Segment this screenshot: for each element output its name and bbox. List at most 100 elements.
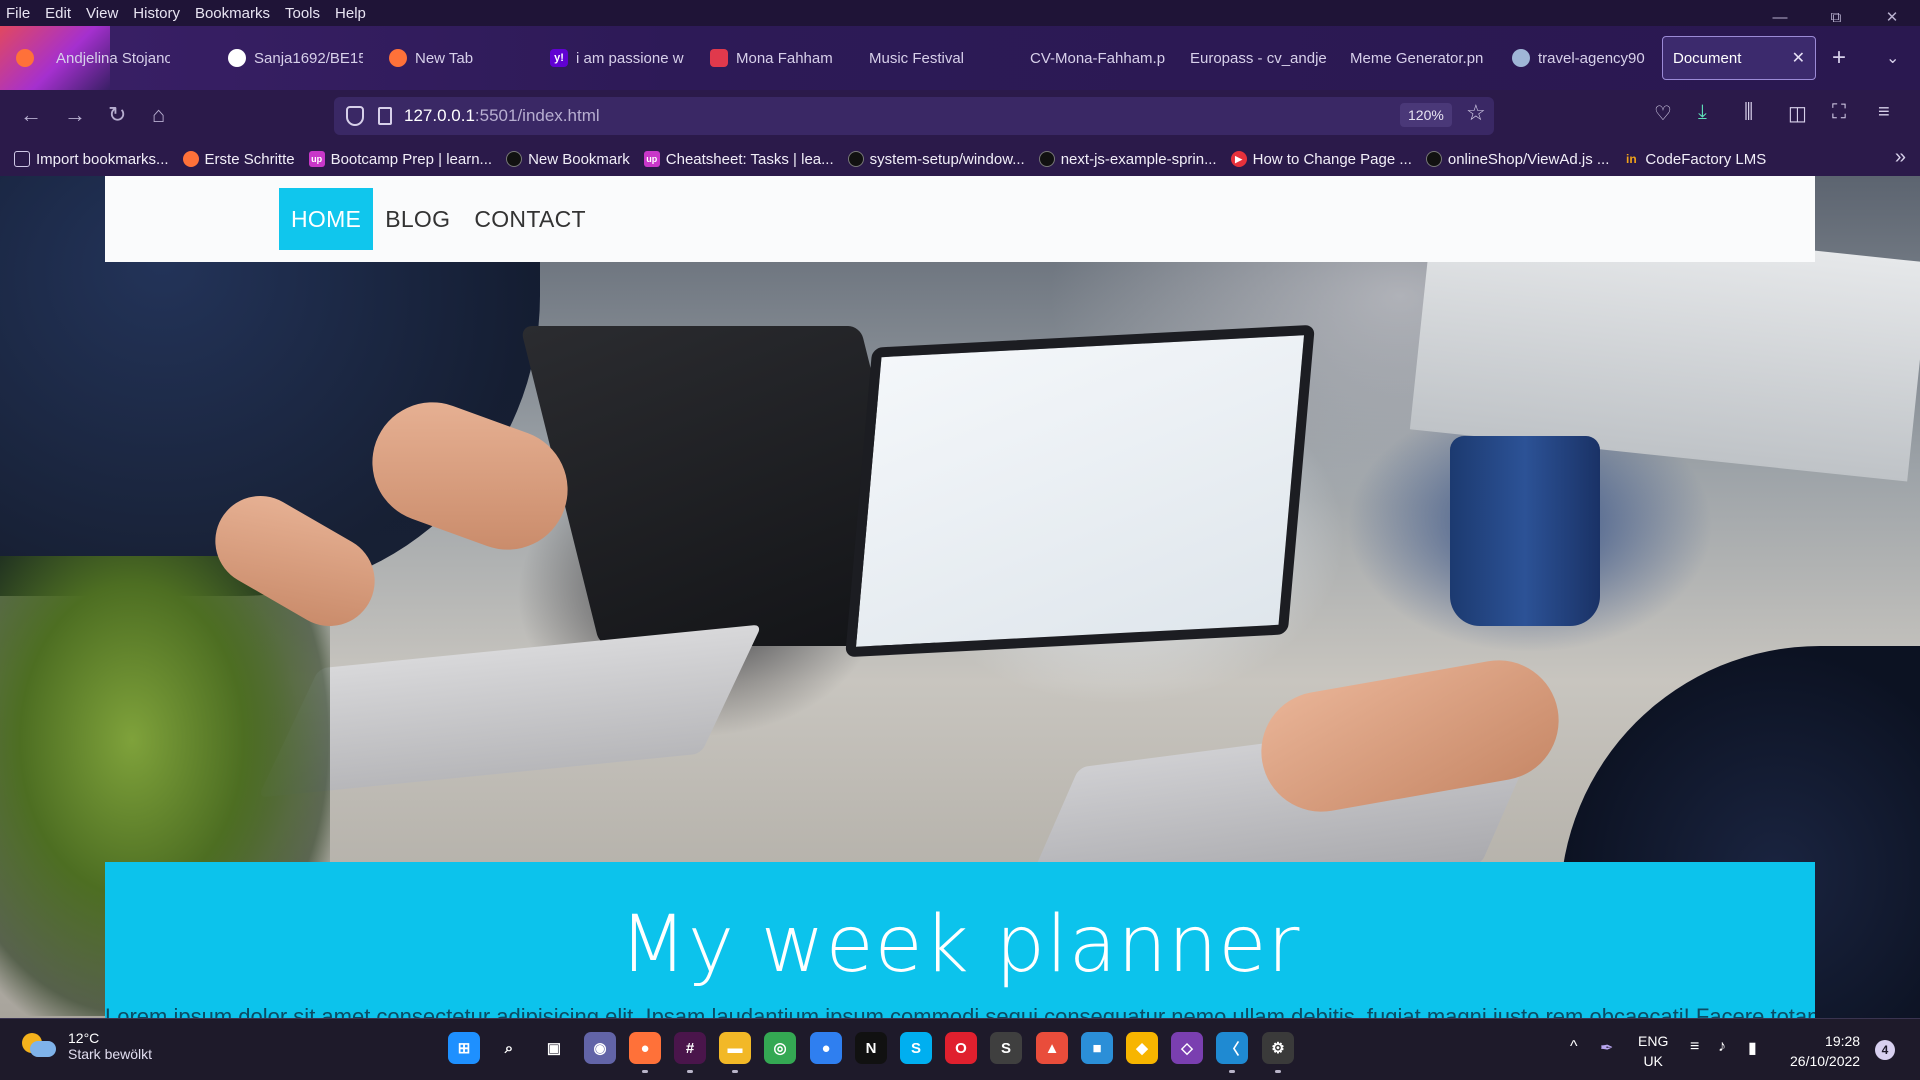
git-icon[interactable]: ◇ (1171, 1032, 1203, 1064)
teams-chat-icon[interactable]: ◉ (584, 1032, 616, 1064)
bookmark-codefactory-lms[interactable]: in CodeFactory LMS (1623, 151, 1766, 168)
tab-label: New Tab (415, 49, 474, 67)
download-icon[interactable]: ⤓ (1698, 101, 1707, 124)
tab-cv-mona[interactable]: CV-Mona-Fahham.p (1030, 36, 1166, 80)
running-indicator (642, 1070, 648, 1073)
bookmark-how-to-change-page[interactable]: ▶ How to Change Page ... (1230, 151, 1412, 168)
yahoo-icon: y! (550, 49, 568, 67)
hero-title: My week planner (619, 900, 1301, 990)
bookmark-system-setup[interactable]: system-setup/window... (847, 151, 1025, 168)
netflix-icon[interactable]: N (855, 1032, 887, 1064)
pocket-icon[interactable]: ♡ (1654, 101, 1672, 126)
battery-icon[interactable]: ▮ (1748, 1038, 1757, 1058)
tab-label: Andjelina Stojanovi (56, 49, 170, 67)
vpn-shield-icon[interactable]: ◆ (1126, 1032, 1158, 1064)
menu-edit[interactable]: Edit (45, 5, 71, 22)
search-icon[interactable]: ⌕ (493, 1032, 525, 1064)
notification-count-badge[interactable]: 4 (1875, 1040, 1895, 1060)
screenshot-icon[interactable]: ⛶ (1832, 101, 1846, 124)
forward-arrow-icon[interactable]: → (64, 102, 86, 128)
list-all-tabs-chevron-icon[interactable]: ⌄ (1886, 48, 1899, 68)
skype-icon[interactable]: S (900, 1032, 932, 1064)
zoom-level-badge[interactable]: 120% (1400, 103, 1452, 127)
tab-github-sanja[interactable]: Sanja1692/BE15 (228, 36, 363, 80)
vscode-icon[interactable]: 〈 (1216, 1032, 1248, 1064)
tracking-protection-shield-icon[interactable] (346, 106, 364, 126)
windows-start-icon[interactable]: ⊞ (448, 1032, 480, 1064)
new-tab-button[interactable]: + (1832, 44, 1846, 72)
bookmark-star-icon[interactable]: ☆ (1466, 100, 1486, 126)
sidebar-icon[interactable]: ◫ (1788, 101, 1807, 126)
bookmark-onlineshop[interactable]: onlineShop/ViewAd.js ... (1425, 151, 1609, 168)
wifi-icon[interactable]: ≡ (1690, 1038, 1699, 1056)
popcorn-icon[interactable]: ▲ (1036, 1032, 1068, 1064)
bookmark-new-bookmark[interactable]: New Bookmark (506, 151, 630, 168)
site-navbar: HOME BLOG CONTACT (105, 176, 1815, 262)
show-hidden-icons-chevron-icon[interactable]: ^ (1570, 1038, 1578, 1056)
task-view-icon[interactable]: ▣ (538, 1032, 570, 1064)
github-icon (506, 151, 523, 167)
bookmark-next-js-example[interactable]: next-js-example-sprin... (1038, 151, 1217, 168)
bookmark-import[interactable]: Import bookmarks... (14, 151, 169, 168)
bookmark-cheatsheet[interactable]: up Cheatsheet: Tasks | lea... (643, 151, 834, 168)
firefox-icon (389, 49, 407, 67)
page-viewport: HOME BLOG CONTACT My week planner Lorem … (0, 176, 1920, 1018)
close-tab-icon[interactable]: ✕ (1792, 48, 1805, 68)
settings-icon[interactable]: ⚙ (1262, 1032, 1294, 1064)
running-indicator (1275, 1070, 1281, 1073)
address-bar[interactable]: 127.0.0.1:5501/index.html (334, 97, 1494, 135)
tab-europass[interactable]: Europass - cv_andje (1190, 36, 1326, 80)
running-indicator (687, 1070, 693, 1073)
library-icon[interactable]: ⫼ (1744, 101, 1753, 124)
up-icon: up (308, 151, 325, 167)
tab-music-festival[interactable]: Music Festival (869, 36, 989, 80)
back-arrow-icon[interactable]: ← (20, 102, 42, 128)
opera-icon[interactable]: O (945, 1032, 977, 1064)
menu-tools[interactable]: Tools (285, 5, 320, 22)
firefox-icon (16, 49, 34, 67)
menu-view[interactable]: View (86, 5, 118, 22)
github-icon (1425, 151, 1442, 167)
sublime-text-icon[interactable]: S (990, 1032, 1022, 1064)
bookmark-bootcamp-prep[interactable]: up Bootcamp Prep | learn... (308, 150, 493, 168)
tab-yahoo[interactable]: y! i am passione w (550, 36, 685, 80)
bookmark-label: Import bookmarks... (36, 150, 169, 168)
bookmarks-overflow-chevron-icon[interactable]: » (1895, 146, 1906, 169)
photo-keyboard-left (257, 624, 763, 798)
language-indicator[interactable]: ENG UK (1638, 1031, 1668, 1071)
tab-document-active[interactable]: Document ✕ (1662, 36, 1816, 80)
firefox-dev-icon[interactable]: ● (810, 1032, 842, 1064)
tab-travel-agency[interactable]: travel-agency90 (1512, 36, 1646, 80)
file-explorer-icon[interactable]: ▬ (719, 1032, 751, 1064)
nav-link-home[interactable]: HOME (279, 188, 374, 250)
menu-bookmarks[interactable]: Bookmarks (195, 5, 270, 22)
volume-icon[interactable]: ♪ (1718, 1038, 1726, 1056)
tab-mona-fahham[interactable]: Mona Fahham (710, 36, 845, 80)
github-icon (1038, 151, 1055, 167)
menu-help[interactable]: Help (335, 5, 366, 22)
firefox-view-button[interactable] (16, 36, 38, 80)
nav-link-blog[interactable]: BLOG (373, 188, 462, 250)
slack-icon[interactable]: # (674, 1032, 706, 1064)
tab-meme-generator[interactable]: Meme Generator.pn (1350, 36, 1486, 80)
tab-andjelina[interactable]: Andjelina Stojanovi (56, 36, 170, 80)
photo-hand-right (1251, 650, 1569, 822)
clock-date: 26/10/2022 (1790, 1053, 1861, 1069)
bookmark-label: Bootcamp Prep | learn... (330, 150, 493, 168)
reload-icon[interactable]: ↻ (108, 102, 126, 128)
menu-icon[interactable]: ≡ (1878, 101, 1890, 124)
nav-link-contact[interactable]: CONTACT (462, 188, 598, 250)
weather-widget[interactable]: 12°C Stark bewölkt (22, 1030, 152, 1062)
bookmark-erste-schritte[interactable]: Erste Schritte (182, 151, 295, 168)
menu-file[interactable]: File (6, 5, 30, 22)
page-info-icon[interactable] (378, 107, 392, 125)
home-icon[interactable]: ⌂ (152, 102, 165, 128)
remote-desktop-icon[interactable]: ■ (1081, 1032, 1113, 1064)
chrome-icon[interactable]: ◎ (764, 1032, 796, 1064)
system-clock[interactable]: 19:28 26/10/2022 (1790, 1031, 1860, 1071)
tab-new-tab[interactable]: New Tab (389, 36, 489, 80)
menu-history[interactable]: History (133, 5, 180, 22)
tab-label: i am passione w (576, 49, 684, 67)
pen-menu-icon[interactable]: ✒ (1600, 1038, 1613, 1058)
firefox-icon[interactable]: ● (629, 1032, 661, 1064)
